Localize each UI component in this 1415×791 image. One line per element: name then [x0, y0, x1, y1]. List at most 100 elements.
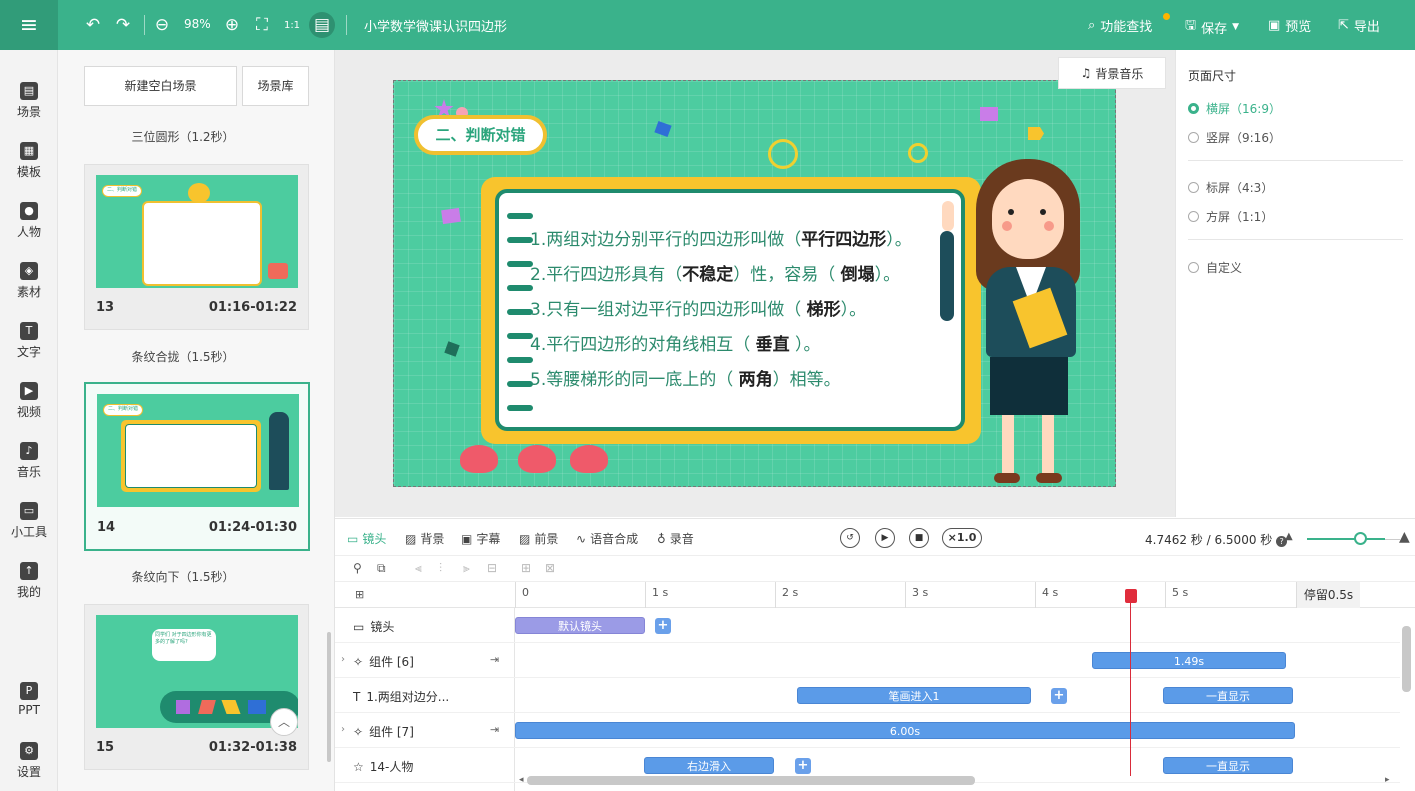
exit-group-icon[interactable]: ⇥ [490, 723, 499, 736]
transition-label[interactable]: 条纹向下（1.5秒） [58, 568, 308, 585]
zoom-large-icon[interactable]: ▲ [1399, 529, 1410, 545]
timeline-v-scrollbar[interactable] [1402, 626, 1411, 692]
scene-library-button[interactable]: 场景库 [242, 66, 309, 106]
radio-standard-4-3[interactable]: 标屏（4:3） [1188, 179, 1273, 196]
timeline-clip[interactable]: 一直显示 [1163, 687, 1293, 704]
nav-tools[interactable]: ▭ 小工具 [0, 502, 58, 540]
slide-canvas[interactable]: 二、判断对错 1.两组对边分别平行的四边形叫做（平行四边形）。 2.平行四边形具… [393, 80, 1116, 487]
nav-video[interactable]: ▶ 视频 [0, 382, 58, 420]
nav-music[interactable]: ♪ 音乐 [0, 442, 58, 480]
tab-camera[interactable]: ▭ 镜头 [347, 530, 386, 547]
replay-icon[interactable]: ↺ [840, 528, 860, 548]
scroll-right-icon[interactable]: ▸ [1385, 775, 1390, 785]
zoom-small-icon[interactable]: ▲ [1285, 531, 1293, 542]
track-row[interactable]: › ✧ 组件 [7] ⇥ 6.00s [335, 713, 1400, 748]
filter-icon[interactable]: ⚲ [353, 561, 362, 575]
add-clip-button[interactable]: + [1051, 688, 1067, 704]
scroll-top-button[interactable]: ︿ [270, 708, 298, 736]
layer-icon[interactable]: ⧉ [377, 561, 386, 576]
video-icon: ▶ [20, 382, 38, 400]
tracks-icon: ⊞ [355, 588, 365, 601]
group-icon[interactable]: ⊞ [521, 561, 531, 575]
timeline-ruler[interactable]: ⊞ 0 1 s 2 s 3 s 4 s 5 s [335, 582, 1415, 608]
project-title[interactable]: 小学数学微课认识四边形 [364, 16, 507, 35]
transition-label[interactable]: 三位圆形（1.2秒） [58, 128, 308, 145]
zoom-out-icon[interactable]: ⊖ [150, 13, 174, 37]
radio-landscape-16-9[interactable]: 横屏（16:9） [1188, 100, 1281, 117]
scroll-left-icon[interactable]: ◂ [519, 775, 524, 785]
expand-icon[interactable]: › [341, 724, 345, 735]
stop-icon[interactable]: ■ [909, 528, 929, 548]
stay-duration[interactable]: 停留0.5s [1296, 582, 1360, 608]
teacher-figure [269, 412, 289, 490]
playhead-handle[interactable] [1125, 589, 1137, 603]
save-button[interactable]: 🖫 保存 ▼ [1185, 16, 1239, 38]
tab-background[interactable]: ▨ 背景 [405, 530, 444, 547]
timeline-clip[interactable]: 右边滑入 [644, 757, 774, 774]
align-left-icon[interactable]: ⫷ [415, 561, 422, 576]
question-line-2[interactable]: 2.平行四边形具有（不稳定）性，容易（ 倒塌）。 [530, 260, 900, 285]
playhead[interactable] [1130, 590, 1131, 776]
toolbox-icon: ▭ [20, 502, 38, 520]
exit-group-icon[interactable]: ⇥ [490, 653, 499, 666]
scene-panel-scrollbar[interactable] [327, 632, 331, 762]
timeline-clip[interactable]: 6.00s [515, 722, 1295, 739]
distribute-icon[interactable]: ⊟ [487, 561, 497, 575]
timeline-clip[interactable]: 一直显示 [1163, 757, 1293, 774]
timeline-clip[interactable]: 默认镜头 [515, 617, 645, 634]
nav-template[interactable]: ▦ 模板 [0, 142, 58, 180]
scene-card[interactable]: 二、判断对错 13 01:16-01:22 [84, 164, 309, 330]
timeline-zoom-slider[interactable] [1307, 538, 1385, 540]
nav-settings[interactable]: ⚙ 设置 [0, 742, 58, 780]
radio-custom[interactable]: 自定义 [1188, 259, 1242, 276]
zoom-in-icon[interactable]: ⊕ [220, 13, 244, 37]
timeline-h-scrollbar[interactable] [527, 776, 975, 785]
preview-button[interactable]: ▣ 预览 [1268, 16, 1311, 35]
slide-title[interactable]: 二、判断对错 [414, 115, 547, 155]
radio-square-1-1[interactable]: 方屏（1:1） [1188, 208, 1273, 225]
speed-button[interactable]: ×1.0 [942, 528, 982, 548]
new-blank-scene-button[interactable]: 新建空白场景 [84, 66, 237, 106]
track-row[interactable]: ▭ 镜头 默认镜头 + [335, 608, 1400, 643]
scene-card-selected[interactable]: 二、判断对错 14 01:24-01:30 [84, 382, 310, 551]
align-right-icon[interactable]: ⫸ [463, 561, 470, 576]
nav-character[interactable]: ● 人物 [0, 202, 58, 240]
timeline-clip[interactable]: 1.49s [1092, 652, 1286, 669]
fit-screen-icon[interactable]: ▤ [309, 12, 335, 38]
nav-mine[interactable]: ↑ 我的 [0, 562, 58, 600]
track-row[interactable]: T 1.两组对边分... 笔画进入1 + 一直显示 [335, 678, 1400, 713]
slider-knob[interactable] [1354, 532, 1367, 545]
tab-record[interactable]: ♁ 录音 [657, 530, 694, 547]
timeline-clip[interactable]: 笔画进入1 [797, 687, 1031, 704]
tab-foreground[interactable]: ▨ 前景 [519, 530, 558, 547]
track-row[interactable]: › ✧ 组件 [6] ⇥ 1.49s [335, 643, 1400, 678]
actual-size-icon[interactable]: 1:1 [280, 13, 304, 37]
export-button[interactable]: ⇱ 导出 [1338, 16, 1380, 35]
nav-material[interactable]: ◈ 素材 [0, 262, 58, 300]
align-center-icon[interactable]: ⫶ [439, 561, 442, 576]
background-music-button[interactable]: ♫ 背景音乐 [1058, 57, 1166, 89]
question-card[interactable]: 1.两组对边分别平行的四边形叫做（平行四边形）。 2.平行四边形具有（不稳定）性… [495, 189, 965, 431]
question-line-5[interactable]: 5.等腰梯形的同一底上的（ 两角）相等。 [530, 365, 841, 390]
radio-portrait-9-16[interactable]: 竖屏（9:16） [1188, 129, 1281, 146]
expand-icon[interactable]: › [341, 654, 345, 665]
nav-scene[interactable]: ▤ 场景 [0, 82, 58, 120]
fullscreen-icon[interactable]: ⛶ [250, 13, 274, 37]
nav-ppt[interactable]: P PPT [0, 682, 58, 717]
redo-icon[interactable]: ↷ [111, 13, 135, 37]
question-line-3[interactable]: 3.只有一组对边平行的四边形叫做（ 梯形）。 [530, 295, 866, 320]
add-clip-button[interactable]: + [795, 758, 811, 774]
find-button[interactable]: ⌕ 功能查找 [1088, 16, 1152, 35]
play-icon[interactable]: ▶ [875, 528, 895, 548]
question-line-4[interactable]: 4.平行四边形的对角线相互（ 垂直 ）。 [530, 330, 821, 355]
ungroup-icon[interactable]: ⊠ [545, 561, 555, 575]
undo-icon[interactable]: ↶ [81, 13, 105, 37]
add-clip-button[interactable]: + [655, 618, 671, 634]
question-line-1[interactable]: 1.两组对边分别平行的四边形叫做（平行四边形）。 [530, 225, 912, 250]
nav-text[interactable]: T 文字 [0, 322, 58, 360]
tab-tts[interactable]: ∿ 语音合成 [576, 530, 638, 547]
menu-icon[interactable]: ≡ [0, 0, 58, 50]
scene-card[interactable]: 同学们 对于四边形你有更多的了解了吗? 15 01:32-01:38 [84, 604, 309, 770]
transition-label[interactable]: 条纹合拢（1.5秒） [58, 348, 308, 365]
tab-subtitle[interactable]: ▣ 字幕 [461, 530, 500, 547]
